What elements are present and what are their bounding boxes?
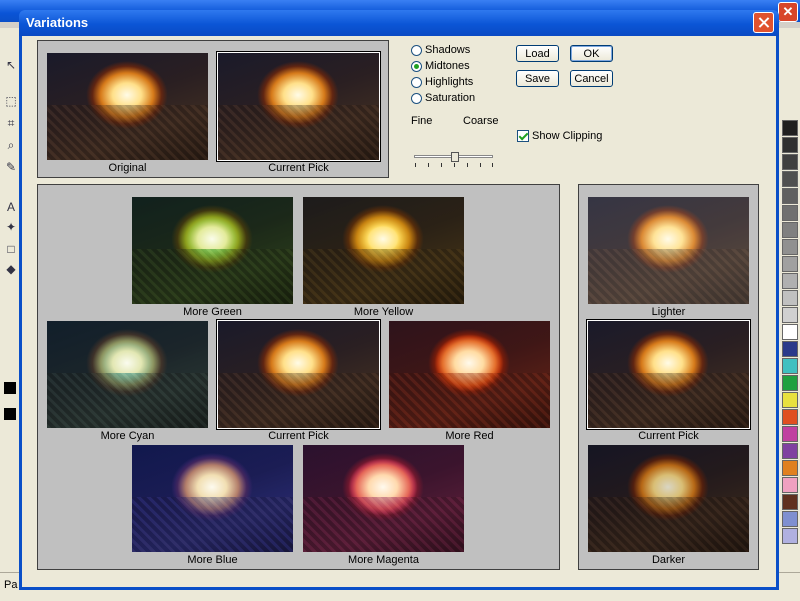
more-red-thumbnail[interactable]: [389, 321, 550, 428]
crop-tool-icon[interactable]: ⌗: [4, 116, 18, 130]
palette-swatch[interactable]: [782, 239, 798, 255]
current-pick-thumbnail[interactable]: [218, 53, 379, 160]
brightness-panel: Lighter Current Pick Darker: [578, 184, 759, 570]
show-clipping-checkbox[interactable]: [517, 130, 529, 142]
palette-swatch[interactable]: [782, 528, 798, 544]
status-text: Pa: [4, 579, 17, 591]
background-color-icon[interactable]: [4, 408, 16, 420]
more-cyan-caption: More Cyan: [47, 430, 208, 442]
app-close-button[interactable]: ✕: [778, 2, 798, 22]
original-caption: Original: [47, 162, 208, 174]
color-palette: [778, 50, 800, 570]
palette-swatch[interactable]: [782, 222, 798, 238]
text-tool-icon[interactable]: A: [4, 200, 18, 214]
lighter-caption: Lighter: [588, 306, 749, 318]
radio-midtones[interactable]: Midtones: [411, 60, 470, 72]
dialog-titlebar[interactable]: Variations: [19, 10, 779, 36]
more-magenta-thumbnail[interactable]: [303, 445, 464, 552]
current-pick-brightness-caption: Current Pick: [588, 430, 749, 442]
radio-shadows[interactable]: Shadows: [411, 44, 470, 56]
more-cyan-thumbnail[interactable]: [47, 321, 208, 428]
arrow-tool-icon[interactable]: ↖: [4, 58, 18, 72]
show-clipping-label: Show Clipping: [532, 130, 602, 142]
current-pick-brightness-thumbnail[interactable]: [588, 321, 749, 428]
palette-swatch[interactable]: [782, 205, 798, 221]
palette-swatch[interactable]: [782, 307, 798, 323]
radio-shadows-dot[interactable]: [411, 45, 422, 56]
original-thumbnail[interactable]: [47, 53, 208, 160]
radio-saturation-dot[interactable]: [411, 93, 422, 104]
radio-midtones-dot[interactable]: [411, 61, 422, 72]
palette-swatch[interactable]: [782, 477, 798, 493]
radio-saturation-label: Saturation: [425, 92, 475, 104]
palette-swatch[interactable]: [782, 392, 798, 408]
slider-tick: [441, 163, 442, 167]
current-pick-caption: Current Pick: [218, 162, 379, 174]
radio-saturation[interactable]: Saturation: [411, 92, 475, 104]
palette-swatch[interactable]: [782, 358, 798, 374]
fill-tool-icon[interactable]: ◆: [4, 262, 18, 276]
radio-highlights-dot[interactable]: [411, 77, 422, 88]
palette-swatch[interactable]: [782, 188, 798, 204]
slider-tick: [467, 163, 468, 167]
palette-swatch[interactable]: [782, 171, 798, 187]
palette-swatch[interactable]: [782, 426, 798, 442]
slider-tick: [415, 163, 416, 167]
more-red-caption: More Red: [389, 430, 550, 442]
select-tool-icon[interactable]: ⬚: [4, 94, 18, 108]
coarse-label: Coarse: [463, 115, 498, 127]
palette-swatch[interactable]: [782, 324, 798, 340]
ok-button[interactable]: OK: [570, 45, 613, 62]
darker-thumbnail[interactable]: [588, 445, 749, 552]
cancel-button[interactable]: Cancel: [570, 70, 613, 87]
palette-swatch[interactable]: [782, 409, 798, 425]
palette-swatch[interactable]: [782, 494, 798, 510]
palette-swatch[interactable]: [782, 375, 798, 391]
slider-tick: [480, 163, 481, 167]
foreground-color-icon[interactable]: [4, 382, 16, 394]
radio-highlights[interactable]: Highlights: [411, 76, 473, 88]
dialog-body: Original Current Pick Shadows Midtones H…: [22, 36, 776, 587]
preview-panel: Original Current Pick: [37, 40, 389, 178]
fine-coarse-slider-thumb[interactable]: [451, 152, 459, 162]
slider-tick: [454, 163, 455, 167]
darker-caption: Darker: [588, 554, 749, 566]
lighter-thumbnail[interactable]: [588, 197, 749, 304]
more-yellow-thumbnail[interactable]: [303, 197, 464, 304]
more-green-caption: More Green: [132, 306, 293, 318]
more-magenta-caption: More Magenta: [303, 554, 464, 566]
palette-swatch[interactable]: [782, 341, 798, 357]
dialog-close-button[interactable]: [753, 12, 774, 33]
shape-tool-icon[interactable]: □: [4, 242, 18, 256]
current-pick-center-thumbnail[interactable]: [218, 321, 379, 428]
variations-dialog: Variations Original Current Pick Shadows…: [19, 10, 779, 590]
palette-swatch[interactable]: [782, 511, 798, 527]
more-green-thumbnail[interactable]: [132, 197, 293, 304]
paint-tool-icon[interactable]: ✦: [4, 220, 18, 234]
load-button[interactable]: Load: [516, 45, 559, 62]
palette-swatch[interactable]: [782, 154, 798, 170]
radio-midtones-label: Midtones: [425, 60, 470, 72]
palette-swatch[interactable]: [782, 460, 798, 476]
radio-highlights-label: Highlights: [425, 76, 473, 88]
slider-tick: [428, 163, 429, 167]
more-blue-caption: More Blue: [132, 554, 293, 566]
eyedropper-tool-icon[interactable]: ✎: [4, 160, 18, 174]
more-yellow-caption: More Yellow: [303, 306, 464, 318]
slider-tick: [492, 163, 493, 167]
save-button[interactable]: Save: [516, 70, 559, 87]
dialog-title: Variations: [26, 15, 88, 30]
palette-swatch[interactable]: [782, 256, 798, 272]
zoom-tool-icon[interactable]: ⌕: [4, 138, 18, 152]
palette-swatch[interactable]: [782, 290, 798, 306]
color-variations-panel: More Green More Yellow More Cyan Current…: [37, 184, 560, 570]
palette-swatch[interactable]: [782, 120, 798, 136]
more-blue-thumbnail[interactable]: [132, 445, 293, 552]
palette-swatch[interactable]: [782, 443, 798, 459]
current-pick-center-caption: Current Pick: [218, 430, 379, 442]
palette-swatch[interactable]: [782, 137, 798, 153]
fine-label: Fine: [411, 115, 432, 127]
radio-shadows-label: Shadows: [425, 44, 470, 56]
palette-swatch[interactable]: [782, 273, 798, 289]
